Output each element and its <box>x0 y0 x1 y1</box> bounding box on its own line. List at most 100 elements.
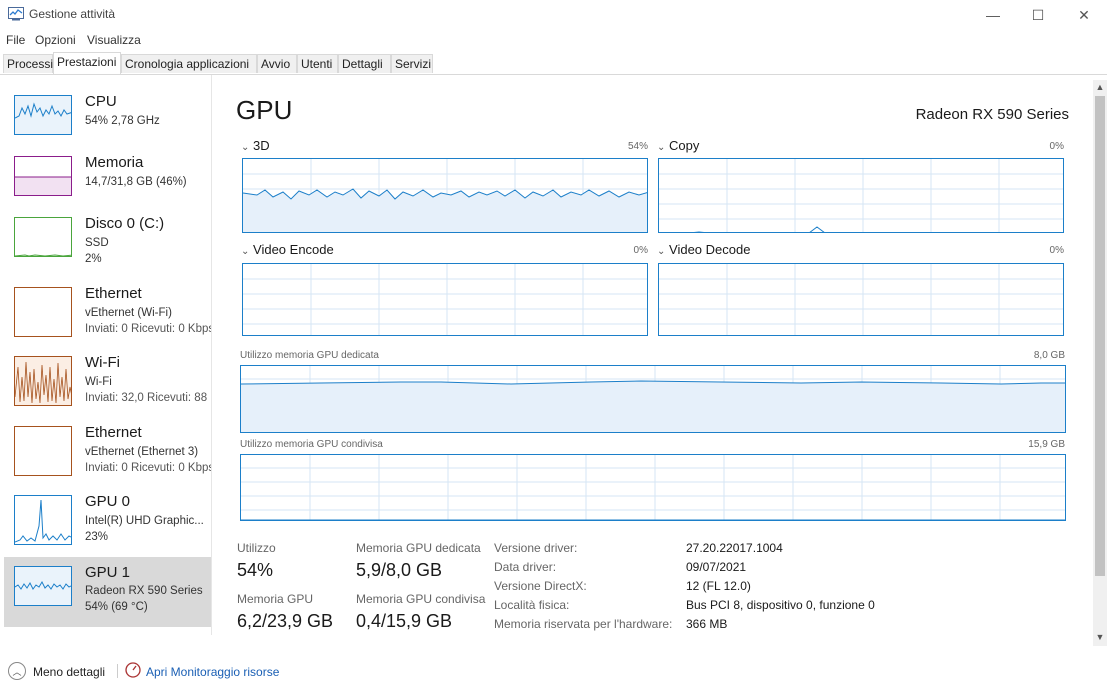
graph-video-decode-percent: 0% <box>1049 245 1064 256</box>
info-label: Memoria riservata per l'hardware: <box>494 617 673 631</box>
sidebar-item-detail: 14,7/31,8 GB (46%) <box>85 176 187 188</box>
minimize-icon: — <box>986 7 1000 23</box>
dedicated-memory-label: Utilizzo memoria GPU dedicata <box>240 350 379 361</box>
sidebar-item-detail: 54% 2,78 GHz <box>85 115 160 127</box>
shared-memory-max: 15,9 GB <box>1028 439 1065 450</box>
tab-processi[interactable]: Processi <box>3 54 53 73</box>
stat-shared-label: Memoria GPU condivisa <box>356 592 486 606</box>
sidebar-item-memoria[interactable]: Memoria 14,7/31,8 GB (46%) <box>4 154 211 224</box>
scroll-down-icon[interactable]: ▼ <box>1094 632 1106 644</box>
graph-3d <box>242 158 648 233</box>
tab-dettagli[interactable]: Dettagli <box>338 54 391 73</box>
stat-utilizzo-label: Utilizzo <box>237 541 276 555</box>
resource-sidebar: CPU 54% 2,78 GHz Memoria 14,7/31,8 GB (4… <box>0 75 212 635</box>
shared-memory-label: Utilizzo memoria GPU condivisa <box>240 439 383 450</box>
graph-copy <box>658 158 1064 233</box>
memory-thumbnail-graph <box>14 156 72 196</box>
bottom-bar: ︿ Meno dettagli Apri Monitoraggio risors… <box>0 656 1107 686</box>
wifi-thumbnail-graph <box>14 356 72 406</box>
graph-copy-percent: 0% <box>1049 141 1064 152</box>
tab-servizi[interactable]: Servizi <box>391 54 433 73</box>
tab-avvio[interactable]: Avvio <box>257 54 297 73</box>
sidebar-item-disco[interactable]: Disco 0 (C:) SSD 2% <box>4 215 211 285</box>
close-icon: ✕ <box>1078 6 1090 23</box>
info-driver-date: 09/07/2021 <box>686 560 747 574</box>
stat-dedicated-value: 5,9/8,0 GB <box>356 560 443 580</box>
sidebar-item-name: GPU 0 <box>85 493 131 510</box>
sidebar-item-detail: Wi-Fi <box>85 376 112 388</box>
sidebar-item-ethernet-wifi[interactable]: Ethernet vEthernet (Wi-Fi) Inviati: 0 Ri… <box>4 285 211 355</box>
chevron-down-icon: ⌄ <box>657 246 666 257</box>
sidebar-item-gpu-1[interactable]: GPU 1 Radeon RX 590 Series 54% (69 °C) <box>4 557 211 627</box>
stat-shared-value: 0,4/15,9 GB <box>356 611 453 631</box>
graph-engine-name: Video Encode <box>253 242 334 257</box>
sidebar-item-ethernet-3[interactable]: Ethernet vEthernet (Ethernet 3) Inviati:… <box>4 424 211 494</box>
graph-3d-percent: 54% <box>627 141 648 152</box>
scrollbar-thumb[interactable] <box>1095 96 1105 576</box>
stat-utilizzo-value: 54% <box>237 560 274 580</box>
menu-file[interactable]: File <box>6 33 25 47</box>
sidebar-item-name: GPU 1 <box>85 564 131 581</box>
stat-gpu-memory-value: 6,2/23,9 GB <box>237 611 334 631</box>
tab-prestazioni[interactable]: Prestazioni <box>53 52 121 74</box>
info-label: Località fisica: <box>494 598 570 612</box>
sidebar-item-detail: SSD <box>85 237 109 249</box>
sidebar-item-usage: 54% (69 °C) <box>85 601 148 613</box>
sidebar-item-detail: Intel(R) UHD Graphic... <box>85 515 204 527</box>
sidebar-item-usage: 2% <box>85 253 102 265</box>
ethernet-thumbnail-graph <box>14 426 72 476</box>
divider <box>117 664 118 678</box>
scroll-up-icon[interactable]: ▲ <box>1094 82 1106 94</box>
sidebar-item-name: Ethernet <box>85 424 142 441</box>
gpu-model-name: Radeon RX 590 Series <box>915 106 1069 123</box>
gpu0-thumbnail-graph <box>14 495 72 545</box>
maximize-icon: ☐ <box>1031 6 1045 23</box>
chevron-down-icon: ⌄ <box>241 142 250 153</box>
resource-monitor-icon <box>125 662 141 678</box>
graph-dedicated-memory <box>240 365 1066 433</box>
sidebar-item-name: Disco 0 (C:) <box>85 215 165 232</box>
tab-bar: Processi Prestazioni Cronologia applicaz… <box>0 52 1107 75</box>
menu-visualizza[interactable]: Visualizza <box>87 33 141 47</box>
info-label: Versione driver: <box>494 541 578 555</box>
info-directx-version: 12 (FL 12.0) <box>686 579 751 593</box>
sidebar-item-usage: 23% <box>85 531 109 543</box>
menu-opzioni[interactable]: Opzioni <box>35 33 76 47</box>
sidebar-item-gpu-0[interactable]: GPU 0 Intel(R) UHD Graphic... 23% <box>4 493 211 563</box>
graph-video-decode-label[interactable]: ⌄ Video Decode <box>657 242 750 257</box>
cpu-thumbnail-graph <box>14 95 72 135</box>
maximize-button[interactable]: ☐ <box>1015 0 1061 30</box>
fewer-details-button[interactable]: Meno dettagli <box>33 665 105 679</box>
sidebar-item-throughput: Inviati: 32,0 Ricevuti: 88 <box>85 392 208 404</box>
stat-gpu-memory-label: Memoria GPU <box>237 592 314 606</box>
sidebar-item-detail: vEthernet (Wi-Fi) <box>85 307 172 319</box>
gpu1-thumbnail-graph <box>14 566 72 606</box>
open-resource-monitor-link[interactable]: Apri Monitoraggio risorse <box>146 665 279 679</box>
info-hardware-reserved: 366 MB <box>686 617 728 631</box>
close-button[interactable]: ✕ <box>1061 0 1107 30</box>
graph-copy-label[interactable]: ⌄ Copy <box>657 138 699 153</box>
tab-cronologia[interactable]: Cronologia applicazioni <box>121 54 257 73</box>
page-title: GPU <box>236 95 293 125</box>
sidebar-item-wifi[interactable]: Wi-Fi Wi-Fi Inviati: 32,0 Ricevuti: 88 <box>4 354 211 424</box>
dedicated-memory-max: 8,0 GB <box>1033 350 1065 361</box>
sidebar-item-name: CPU <box>85 93 117 110</box>
graph-engine-name: Video Decode <box>669 242 751 257</box>
minimize-button[interactable]: — <box>970 0 1016 30</box>
sidebar-item-name: Memoria <box>85 154 144 171</box>
graph-3d-label[interactable]: ⌄ 3D <box>241 138 270 153</box>
title-bar: Gestione attività — ☐ ✕ <box>0 0 1107 30</box>
chevron-down-icon: ⌄ <box>241 246 250 257</box>
graph-video-encode-label[interactable]: ⌄ Video Encode <box>241 242 334 257</box>
chevron-up-icon[interactable]: ︿ <box>8 662 26 680</box>
graph-video-encode-percent: 0% <box>633 245 648 256</box>
sidebar-item-cpu[interactable]: CPU 54% 2,78 GHz <box>4 93 211 163</box>
sidebar-item-name: Ethernet <box>85 285 142 302</box>
graph-video-decode <box>658 263 1064 336</box>
sidebar-item-name: Wi-Fi <box>85 354 120 371</box>
graph-video-encode <box>242 263 648 336</box>
task-manager-icon <box>8 7 24 21</box>
sidebar-item-throughput: Inviati: 0 Ricevuti: 0 Kbps <box>85 462 211 474</box>
tab-utenti[interactable]: Utenti <box>297 54 338 73</box>
info-physical-location: Bus PCI 8, dispositivo 0, funzione 0 <box>686 598 875 612</box>
